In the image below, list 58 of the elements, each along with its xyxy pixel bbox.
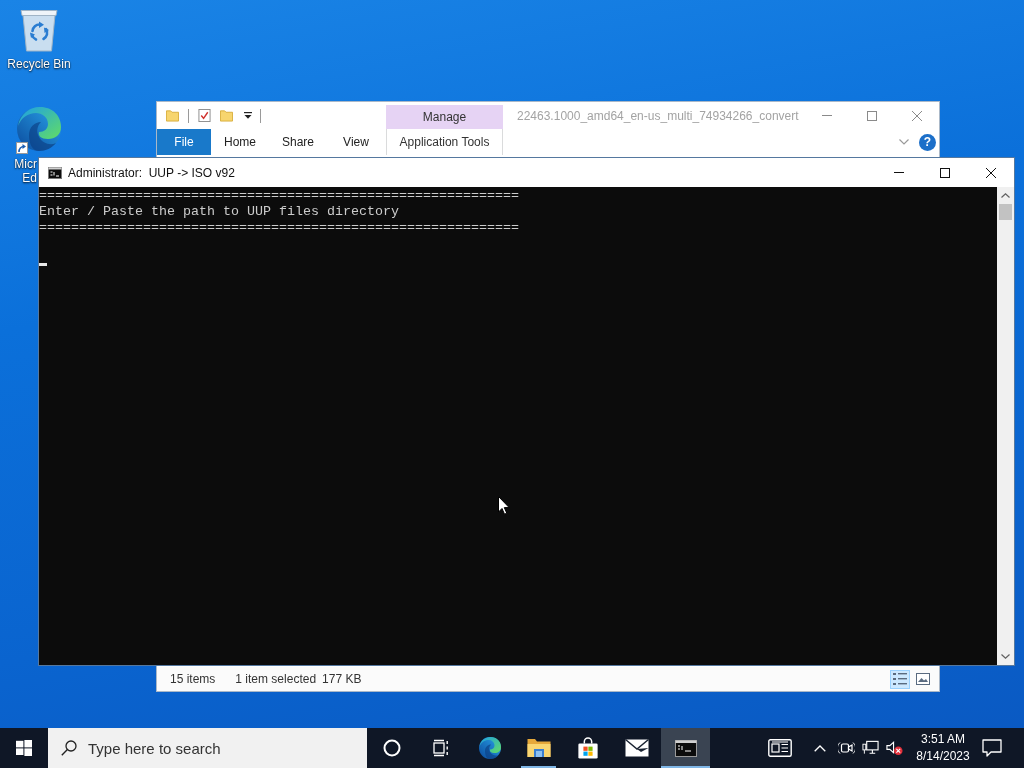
large-icons-view-icon <box>916 673 930 685</box>
close-icon <box>911 110 922 121</box>
notification-icon[interactable] <box>982 739 1002 757</box>
details-view-icon <box>893 673 907 685</box>
maximize-icon <box>940 167 950 178</box>
item-count: 15 items <box>170 672 216 686</box>
check-document-icon[interactable] <box>198 109 211 122</box>
console-line: Enter / Paste the path to UUP files directory <box>39 204 399 220</box>
close-icon <box>986 167 996 178</box>
context-tab-group: Manage <box>386 105 503 129</box>
desktop-icon-label[interactable]: Recycle Bin <box>7 57 71 71</box>
clock-time[interactable]: 3:51 AM <box>921 731 965 748</box>
recycle-bin-icon[interactable] <box>19 8 59 52</box>
search-field[interactable]: Type here to search <box>48 728 367 768</box>
ribbon-tab[interactable]: View <box>327 129 385 155</box>
window-title: 22463.1000_amd64_en-us_multi_74934266_convert <box>517 107 799 125</box>
volume-muted-icon[interactable] <box>886 740 903 756</box>
maximize-icon <box>866 110 877 121</box>
scroll-down-icon[interactable] <box>1001 654 1010 659</box>
caret-icon[interactable] <box>244 112 252 119</box>
ribbon-tab[interactable]: File <box>157 129 211 155</box>
selection-size: 177 KB <box>322 672 362 686</box>
circle-icon <box>382 739 401 757</box>
console-line: ============================================================ <box>39 188 519 204</box>
chevron-up-icon[interactable] <box>814 744 826 752</box>
task-view-icon <box>431 739 450 757</box>
envelope-icon <box>624 739 649 757</box>
camera-icon[interactable] <box>838 740 855 756</box>
ribbon-tab[interactable]: Home <box>211 129 269 155</box>
text-cursor <box>39 263 47 266</box>
view-toggle-button[interactable] <box>890 669 910 689</box>
folder-icon <box>526 738 551 758</box>
shortcut-arrow-icon <box>16 142 28 154</box>
edge-icon <box>477 736 502 760</box>
scrollbar[interactable] <box>997 187 1014 665</box>
minimize-icon <box>821 115 832 116</box>
news-icon[interactable] <box>768 739 792 757</box>
network-icon[interactable] <box>862 740 879 756</box>
scroll-up-icon[interactable] <box>1001 193 1010 198</box>
shopping-bag-icon <box>576 737 599 759</box>
taskbar-button[interactable] <box>661 728 710 768</box>
minimize-icon <box>894 172 904 173</box>
window-title: Administrator: UUP -> ISO v92 <box>68 165 235 180</box>
ribbon-tab[interactable]: Share <box>269 129 327 155</box>
search-icon <box>61 740 77 756</box>
help-button[interactable]: ? <box>919 133 936 151</box>
terminal-icon <box>48 166 62 179</box>
console-line: ============================================================ <box>39 220 519 236</box>
edge-icon[interactable] <box>15 105 63 153</box>
mouse-pointer-icon <box>498 496 510 515</box>
ribbon-tab[interactable]: Application Tools <box>386 129 503 155</box>
scrollbar-thumb[interactable] <box>999 204 1012 220</box>
terminal-icon <box>674 739 697 757</box>
selection-info: 1 item selected <box>235 672 317 686</box>
windows-logo-icon <box>16 740 32 756</box>
desktop-icon-label[interactable]: Micr Ed <box>11 157 37 185</box>
clock-date[interactable]: 8/14/2023 <box>916 748 970 765</box>
chevron-down-icon[interactable] <box>899 139 909 145</box>
